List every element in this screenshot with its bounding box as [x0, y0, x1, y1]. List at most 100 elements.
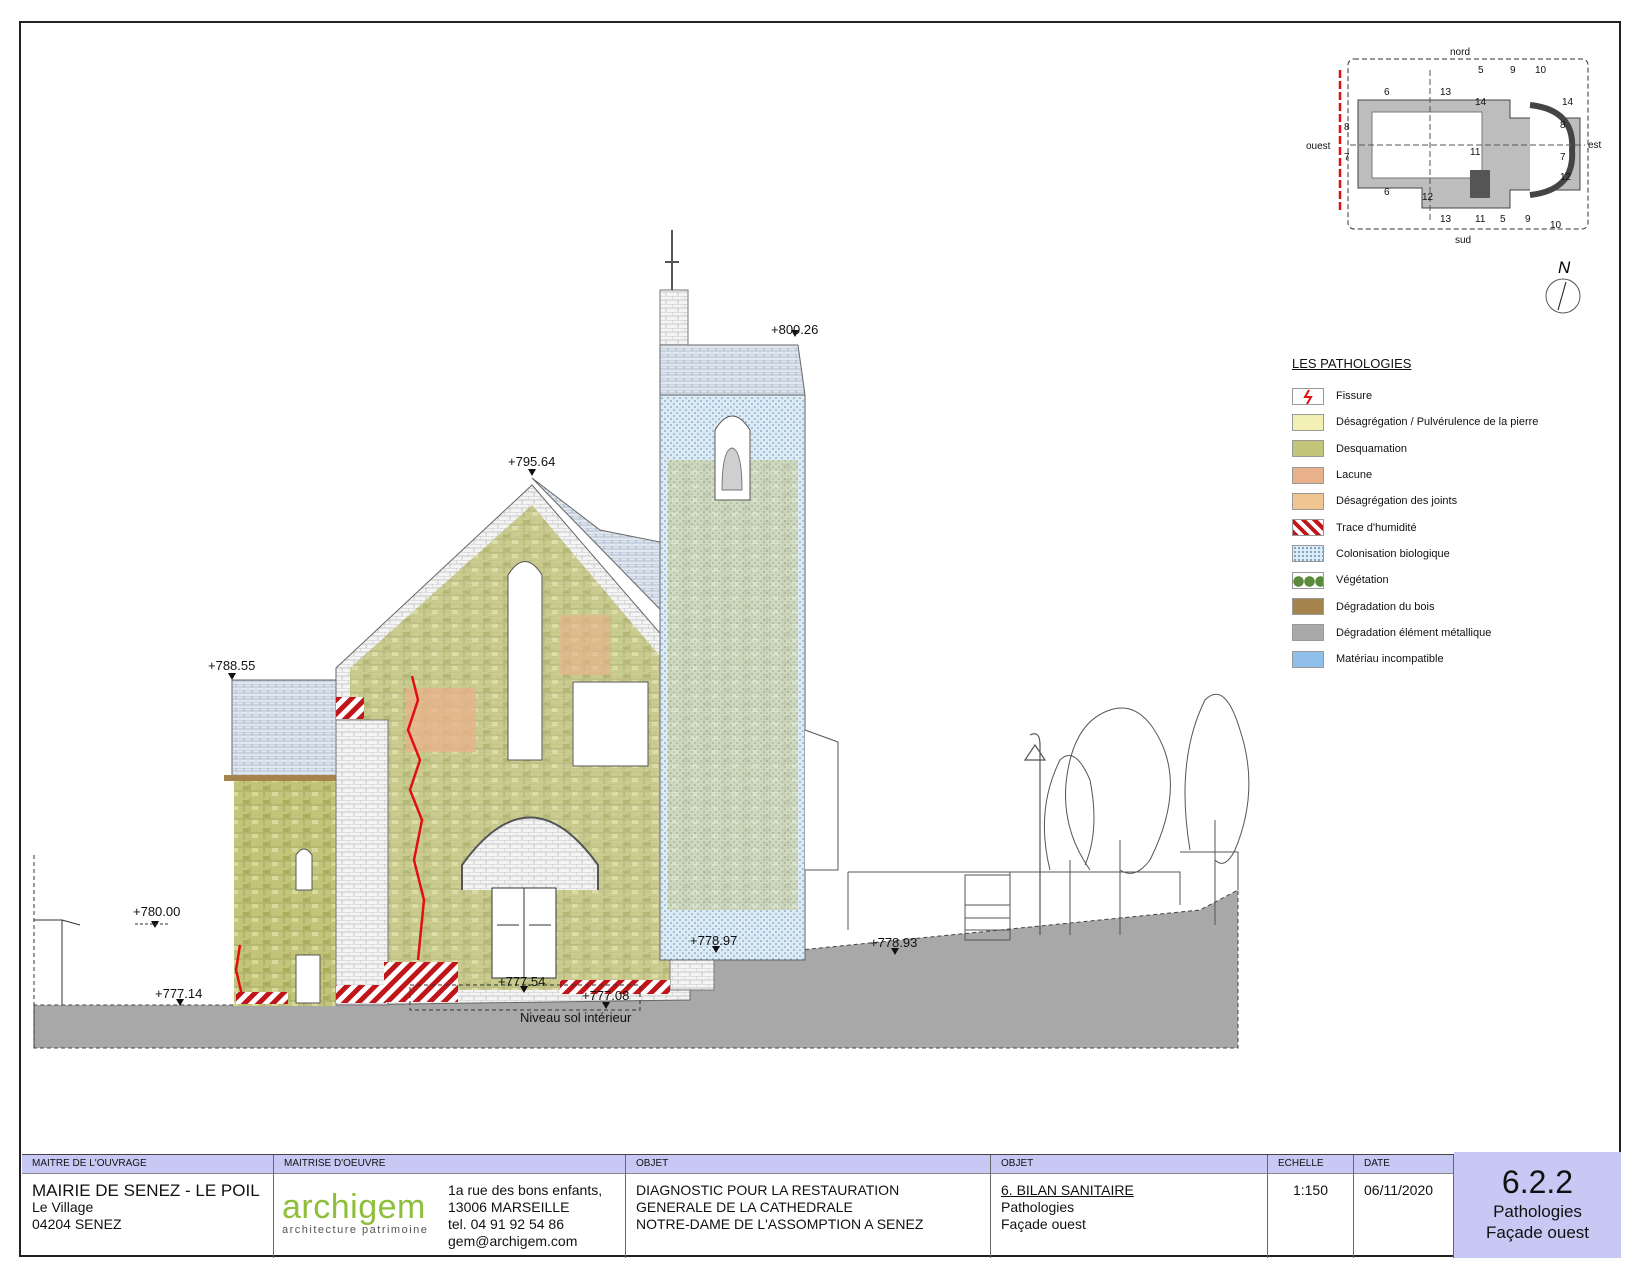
- north-arrow-icon: N: [1545, 258, 1581, 314]
- left-aisle-cornice: [224, 775, 336, 781]
- architect-email: gem@archigem.com: [448, 1233, 578, 1249]
- archigem-logo-subtitle: architecture patrimoine: [282, 1224, 429, 1236]
- architect-addr1: 1a rue des bons enfants,: [448, 1182, 603, 1198]
- legend-item: Trace d'humidité: [1292, 514, 1622, 540]
- legend-swatch: [1292, 413, 1324, 431]
- legend-item: Végétation: [1292, 567, 1622, 593]
- humidity-trace-1: [236, 992, 288, 1004]
- object2-line2: Pathologies: [1001, 1199, 1075, 1215]
- left-aisle-roof: [231, 679, 337, 779]
- svg-text:+778.93: +778.93: [870, 935, 917, 950]
- key-plan-section-number: 7: [1344, 152, 1350, 163]
- legend-item: Désagrégation / Pulvérulence de la pierr…: [1292, 409, 1622, 435]
- key-plan-section-number: 5: [1500, 214, 1506, 225]
- left-aisle-door: [295, 954, 321, 1004]
- svg-text:+780.00: +780.00: [133, 904, 180, 919]
- level-marker-gable: +795.64: [508, 454, 555, 476]
- svg-text:+795.64: +795.64: [508, 454, 555, 469]
- svg-text:+800.26: +800.26: [771, 322, 818, 337]
- key-plan-section-number: 5: [1478, 65, 1484, 76]
- owner-line1: Le Village: [32, 1199, 94, 1215]
- nave-wall-opening: [572, 681, 649, 767]
- legend-label: Végétation: [1336, 574, 1389, 587]
- key-plan-section-number: 8: [1344, 122, 1350, 133]
- key-plan-section-number: 6: [1384, 87, 1390, 98]
- owner-head: MAITRE DE L'OUVRAGE: [22, 1155, 273, 1174]
- scale-head: ECHELLE: [1268, 1155, 1353, 1174]
- key-plan-section-number: 14: [1562, 97, 1574, 108]
- key-plan-east-label: est: [1588, 140, 1602, 151]
- legend-label: Desquamation: [1336, 442, 1407, 455]
- humidity-trace-2: [384, 962, 458, 1002]
- legend-item: Matériau incompatible: [1292, 646, 1622, 672]
- key-plan-section-number: 7: [1560, 152, 1566, 163]
- sheet-number: 6.2.2: [1501, 1164, 1574, 1200]
- architect-tel: tel. 04 91 92 54 86: [448, 1216, 564, 1232]
- legend-label: Matériau incompatible: [1336, 653, 1444, 666]
- legend-item: Colonisation biologique: [1292, 541, 1622, 567]
- legend-swatch: [1292, 624, 1324, 642]
- bell-tower-roof: [659, 344, 806, 396]
- key-plan-section-number: 12: [1422, 192, 1434, 203]
- date-value: 06/11/2020: [1364, 1182, 1434, 1198]
- left-aisle-window: [295, 848, 313, 891]
- title-block: MAITRE DE L'OUVRAGE MAIRIE DE SENEZ - LE…: [22, 1152, 1621, 1258]
- tree-3: [1043, 755, 1095, 935]
- legend-swatch: [1292, 387, 1324, 405]
- svg-text:+788.55: +788.55: [208, 658, 255, 673]
- key-plan-section-number: 14: [1475, 97, 1487, 108]
- key-plan-section-number: 10: [1550, 220, 1562, 231]
- key-plan-section-number: 13: [1440, 214, 1452, 225]
- tree-1: [1065, 707, 1171, 935]
- object1-line2: GENERALE DE LA CATHEDRALE: [636, 1199, 853, 1215]
- left-small-building: [34, 919, 81, 1005]
- legend-swatch: [1292, 519, 1324, 537]
- object1-line1: DIAGNOSTIC POUR LA RESTAURATION: [636, 1182, 900, 1198]
- level-marker-left-ground-high: +780.00: [133, 904, 180, 928]
- date-cell: DATE 06/11/2020: [1354, 1155, 1454, 1258]
- right-courtyard-wall: [1010, 851, 1239, 905]
- svg-text:+777.14: +777.14: [155, 986, 202, 1001]
- humidity-trace-3: [336, 985, 386, 1003]
- left-aisle-wall: [234, 778, 336, 1006]
- svg-text:N: N: [1558, 258, 1571, 277]
- tree-2: [1184, 693, 1250, 925]
- bell-tower-moss: [668, 460, 798, 910]
- spire-upper: [659, 289, 689, 346]
- legend-item: Dégradation élément métallique: [1292, 620, 1622, 646]
- legend-swatch: [1292, 492, 1324, 510]
- legend-label: Désagrégation / Pulvérulence de la pierr…: [1336, 416, 1539, 429]
- architect-head: MAITRISE D'OEUVRE: [274, 1155, 625, 1174]
- object1-head: OBJET: [626, 1155, 990, 1174]
- legend-swatch: [1292, 598, 1324, 616]
- legend-label: Lacune: [1336, 469, 1373, 482]
- svg-text:+777.54: +777.54: [498, 974, 545, 989]
- key-plan-west-label: ouest: [1306, 141, 1331, 152]
- key-plan-section-number: 12: [1560, 172, 1572, 183]
- legend-item: Lacune: [1292, 462, 1622, 488]
- lacune-zone-2: [560, 615, 610, 675]
- sheet-line1: Pathologies: [1493, 1202, 1582, 1221]
- street-lamp: [1023, 733, 1047, 935]
- pathologies-legend: LES PATHOLOGIES Fissure Désagrégation / P…: [1292, 356, 1622, 672]
- architect-addr2: 13006 MARSEILLE: [448, 1199, 570, 1215]
- legend-label: Colonisation biologique: [1336, 547, 1450, 560]
- level-marker-left-ground: +777.14: [155, 986, 202, 1006]
- right-stair-steps: [965, 904, 1010, 931]
- owner-line2: 04204 SENEZ: [32, 1216, 122, 1232]
- architect-cell: MAITRISE D'OEUVRE archigem architecture …: [274, 1155, 626, 1258]
- object2-line1: 6. BILAN SANITAIRE: [1001, 1182, 1134, 1198]
- nave-window: [507, 561, 543, 761]
- legend-label: Désagrégation des joints: [1336, 495, 1458, 508]
- tower-side-wall: [804, 729, 839, 871]
- key-plan-section-number: 8: [1560, 120, 1566, 131]
- key-plan: nord sud est ouest 5 9 10 6 13 14 14 8 7 11 12 6 13 1…: [1306, 47, 1602, 246]
- legend-item: Désagrégation des joints: [1292, 488, 1622, 514]
- spire-mast: [665, 230, 679, 290]
- floor-label: Niveau sol intérieur: [520, 1010, 632, 1025]
- object1-cell: OBJET DIAGNOSTIC POUR LA RESTAURATION GE…: [626, 1155, 991, 1258]
- level-marker-top-tower: +800.26: [771, 322, 818, 337]
- key-plan-section-number: 11: [1470, 147, 1481, 158]
- level-marker-left-roof: +788.55: [208, 658, 255, 680]
- legend-swatch: [1292, 571, 1324, 589]
